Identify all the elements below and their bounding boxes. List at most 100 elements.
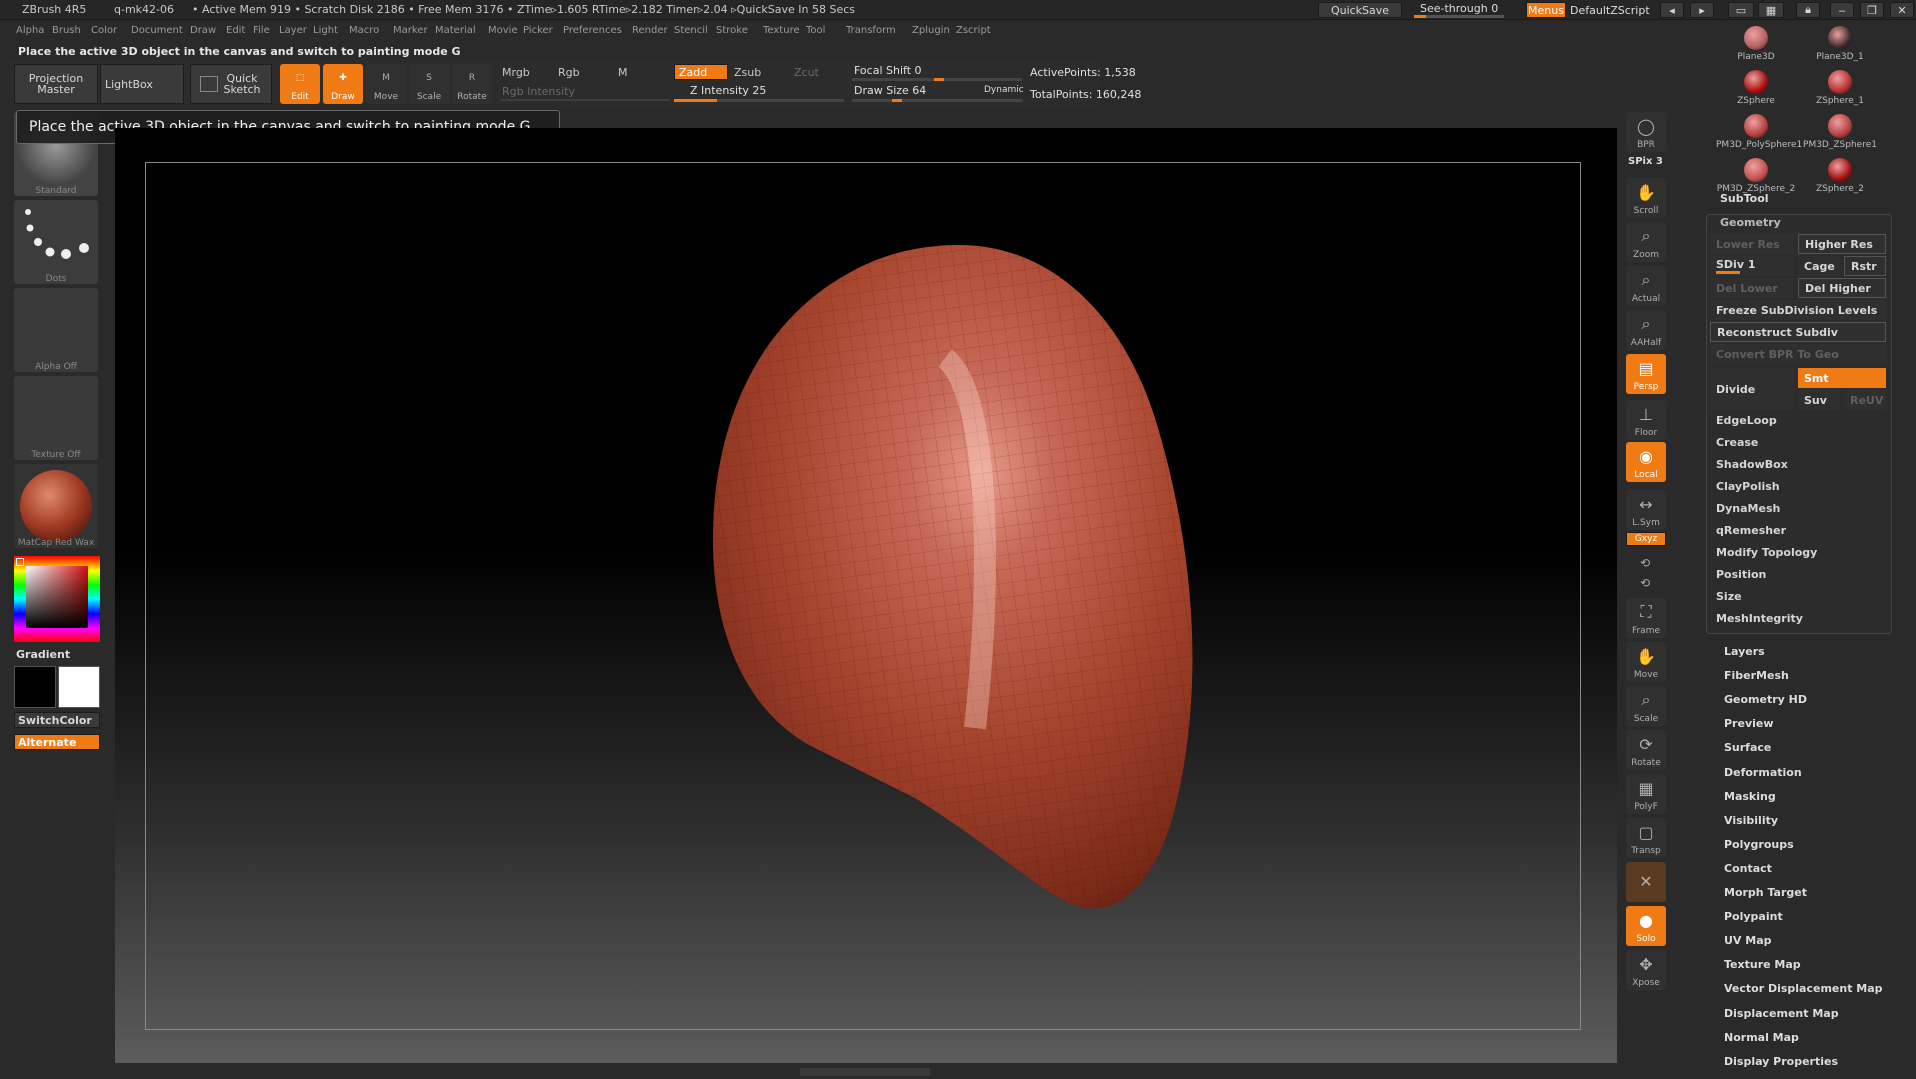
draw-button[interactable]: ✚ Draw <box>323 64 363 104</box>
menu-preferences[interactable]: Preferences <box>563 25 622 36</box>
reconstruct-subdiv-button[interactable]: Reconstruct Subdiv <box>1710 322 1886 342</box>
tool-thumb-label[interactable]: PM3D_PolySphere1 <box>1716 140 1802 150</box>
aahalf-button[interactable]: ⌕ AAHalf <box>1626 310 1666 350</box>
tool-thumb-label[interactable]: ZSphere <box>1716 96 1796 106</box>
menu-layer[interactable]: Layer <box>279 25 307 36</box>
rot-y-icon[interactable]: ⟲ <box>1640 556 1650 570</box>
color-picker-square[interactable] <box>26 566 88 628</box>
move-button[interactable]: ✋ Move <box>1626 642 1666 682</box>
section-fibermesh[interactable]: FiberMesh <box>1724 669 1789 682</box>
actual-button[interactable]: ⌕ Actual <box>1626 266 1666 306</box>
cage-button[interactable]: Cage <box>1798 256 1840 276</box>
focal-shift-slider[interactable]: Focal Shift 0 <box>854 64 922 77</box>
mrgb-button[interactable]: Mrgb <box>502 66 530 79</box>
tool-thumb-icon[interactable] <box>1828 114 1852 138</box>
move-button[interactable]: M Move <box>366 64 406 104</box>
frame-button[interactable]: ⛶ Frame <box>1626 598 1666 638</box>
tool-thumb-label[interactable]: Plane3D <box>1716 52 1796 62</box>
zoom-button[interactable]: ⌕ Zoom <box>1626 222 1666 262</box>
persp-button[interactable]: ▤ Persp <box>1626 354 1666 394</box>
geo-claypolish-button[interactable]: ClayPolish <box>1710 476 1886 496</box>
section-normal-map[interactable]: Normal Map <box>1724 1031 1799 1044</box>
alpha-thumbnail[interactable] <box>14 288 98 372</box>
lightbox-button[interactable]: LightBox <box>100 64 184 104</box>
section-texture-map[interactable]: Texture Map <box>1724 958 1801 971</box>
geo-shadowbox-button[interactable]: ShadowBox <box>1710 454 1886 474</box>
canvas[interactable] <box>115 128 1617 1063</box>
menu-draw[interactable]: Draw <box>190 25 216 36</box>
zadd-button[interactable]: Zadd <box>674 64 728 80</box>
geometry-header[interactable]: Geometry <box>1720 216 1781 229</box>
section-polygroups[interactable]: Polygroups <box>1724 838 1794 851</box>
layout-icon-2[interactable]: ▦ <box>1758 2 1784 18</box>
rgb-button[interactable]: Rgb <box>558 66 580 79</box>
bpr-button[interactable]: ◯ BPR <box>1626 112 1666 152</box>
geo-position-button[interactable]: Position <box>1710 564 1886 584</box>
tool-thumb-icon[interactable] <box>1828 158 1852 182</box>
z-intensity-slider[interactable]: Z Intensity 25 <box>690 84 766 97</box>
lsym-button[interactable]: ↔ L.Sym <box>1626 490 1666 530</box>
xpose-button[interactable]: ✥ Xpose <box>1626 950 1666 990</box>
tool-thumb-label[interactable]: ZSphere_1 <box>1800 96 1880 106</box>
mesh-object[interactable] <box>115 128 1617 1063</box>
scale-button[interactable]: ⌕ Scale <box>1626 686 1666 726</box>
edit-button[interactable]: ⬚ Edit <box>280 64 320 104</box>
freeze-subdivision-button[interactable]: Freeze SubDivision Levels <box>1710 300 1886 320</box>
tool-thumb-label[interactable]: ZSphere_2 <box>1800 184 1880 194</box>
geo-edgeloop-button[interactable]: EdgeLoop <box>1710 410 1886 430</box>
menu-alpha[interactable]: Alpha <box>16 25 44 36</box>
collapse-left-icon[interactable]: ◂ <box>1660 2 1684 18</box>
m-button[interactable]: M <box>618 66 628 79</box>
menus-button[interactable]: Menus <box>1526 2 1566 18</box>
menu-transform[interactable]: Transform <box>846 25 896 36</box>
projection-master-button[interactable]: Projection Master <box>14 64 98 104</box>
menu-brush[interactable]: Brush <box>52 25 81 36</box>
color-picker[interactable] <box>14 556 100 642</box>
menu-stroke[interactable]: Stroke <box>716 25 748 36</box>
del-lower-button[interactable]: Del Lower <box>1710 278 1794 298</box>
section-vector-displacement-map[interactable]: Vector Displacement Map <box>1724 982 1883 995</box>
tool-thumb-icon[interactable] <box>1744 70 1768 94</box>
menu-render[interactable]: Render <box>632 25 668 36</box>
tool-thumb-icon[interactable] <box>1744 26 1768 50</box>
default-zscript[interactable]: DefaultZScript <box>1570 4 1650 17</box>
see-through-slider[interactable]: See-through 0 <box>1420 2 1498 15</box>
menu-material[interactable]: Material <box>435 25 476 36</box>
draw-size-slider[interactable]: Draw Size 64 <box>854 84 926 97</box>
menu-document[interactable]: Document <box>131 25 183 36</box>
section-visibility[interactable]: Visibility <box>1724 814 1778 827</box>
transp-button[interactable]: ▢ Transp <box>1626 818 1666 858</box>
geo-qremesher-button[interactable]: qRemesher <box>1710 520 1886 540</box>
section-surface[interactable]: Surface <box>1724 741 1771 754</box>
menu-light[interactable]: Light <box>313 25 338 36</box>
menu-zplugin[interactable]: Zplugin <box>912 25 950 36</box>
rotate-button[interactable]: ⟳ Rotate <box>1626 730 1666 770</box>
scroll-button[interactable]: ✋ Scroll <box>1626 178 1666 218</box>
material-thumbnail[interactable] <box>14 464 98 548</box>
menu-marker[interactable]: Marker <box>393 25 428 36</box>
scale-button[interactable]: S Scale <box>409 64 449 104</box>
minimize-icon[interactable]: ‒ <box>1830 2 1854 18</box>
rotate-button[interactable]: R Rotate <box>452 64 492 104</box>
local-button[interactable]: ◉ Local <box>1626 442 1666 482</box>
stroke-thumbnail[interactable] <box>14 200 98 284</box>
zsub-button[interactable]: Zsub <box>734 66 761 79</box>
del-higher-button[interactable]: Del Higher <box>1798 278 1886 298</box>
canvas-bottom-scroll[interactable] <box>800 1068 930 1076</box>
section-preview[interactable]: Preview <box>1724 717 1774 730</box>
suv-toggle[interactable]: Suv <box>1798 390 1840 410</box>
section-displacement-map[interactable]: Displacement Map <box>1724 1007 1839 1020</box>
menu-movie[interactable]: Movie <box>488 25 518 36</box>
divide-button[interactable]: Divide <box>1710 368 1794 410</box>
section-masking[interactable]: Masking <box>1724 790 1776 803</box>
menu-stencil[interactable]: Stencil <box>674 25 708 36</box>
tool-thumb-icon[interactable] <box>1828 70 1852 94</box>
menu-edit[interactable]: Edit <box>226 25 245 36</box>
dynamic-toggle[interactable]: Dynamic <box>984 85 1024 95</box>
higher-res-button[interactable]: Higher Res <box>1798 234 1886 254</box>
switch-color-button[interactable]: SwitchColor <box>14 712 100 728</box>
layout-icon-1[interactable]: ▭ <box>1728 2 1754 18</box>
tool-thumb-label[interactable]: PM3D_ZSphere1 <box>1800 140 1880 150</box>
subtool-section[interactable]: SubTool <box>1720 192 1769 205</box>
tool-thumb-icon[interactable] <box>1744 158 1768 182</box>
